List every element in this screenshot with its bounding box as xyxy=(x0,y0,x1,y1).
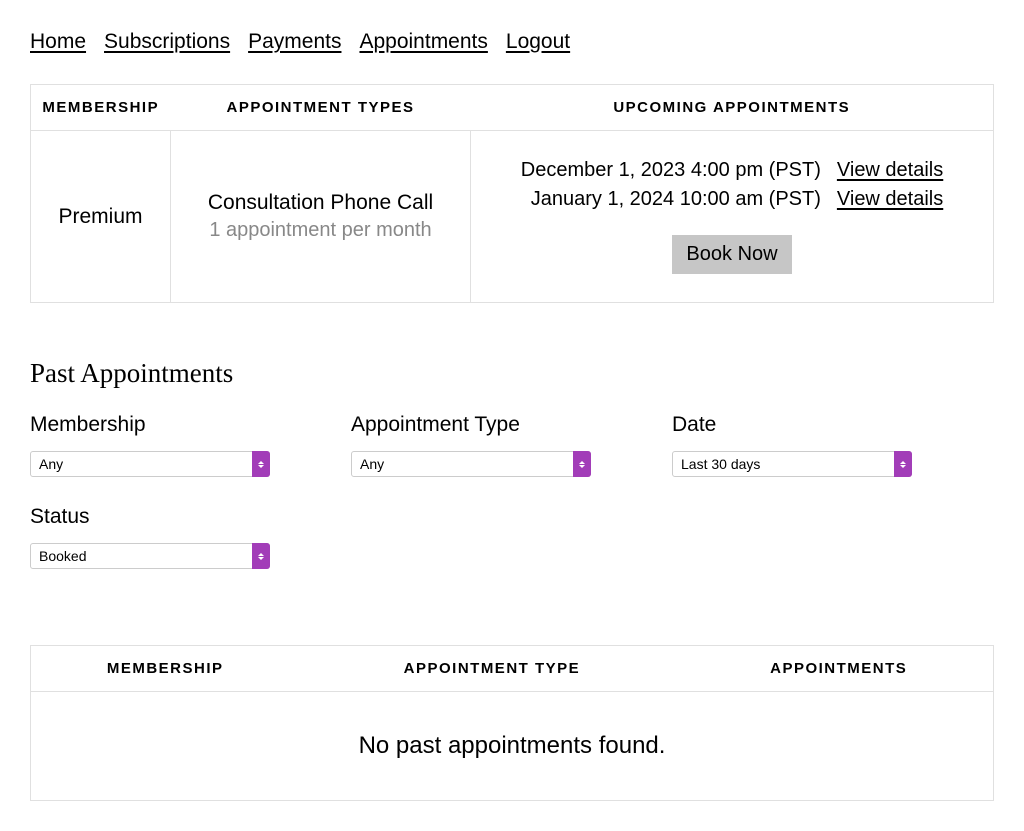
past-appointments-table: Membership Appointment Type Appointments… xyxy=(30,645,994,801)
nav-home[interactable]: Home xyxy=(30,30,86,54)
appointment-datetime: January 1, 2024 10:00 am (PST) xyxy=(521,188,821,211)
filter-appointment-type-label: Appointment Type xyxy=(351,413,672,437)
filter-membership-label: Membership xyxy=(30,413,351,437)
filter-appointment-type: Appointment Type Any xyxy=(351,413,672,477)
book-now-button[interactable]: Book Now xyxy=(672,235,791,274)
filter-appointment-type-select[interactable]: Any xyxy=(351,451,591,477)
top-nav: Home Subscriptions Payments Appointments… xyxy=(30,30,994,54)
membership-value: Premium xyxy=(31,131,171,303)
upcoming-appointment-row: January 1, 2024 10:00 am (PST) View deta… xyxy=(521,188,944,211)
filter-membership: Membership Any xyxy=(30,413,351,477)
no-past-appointments-message: No past appointments found. xyxy=(31,692,994,801)
past-filters: Membership Any Appointment Type Any Date… xyxy=(30,413,994,597)
nav-appointments[interactable]: Appointments xyxy=(359,30,487,54)
th-upcoming: Upcoming Appointments xyxy=(471,85,994,131)
appointment-datetime: December 1, 2023 4:00 pm (PST) xyxy=(521,159,821,182)
nav-subscriptions[interactable]: Subscriptions xyxy=(104,30,230,54)
memberships-table: Membership Appointment Types Upcoming Ap… xyxy=(30,84,994,303)
filter-status-label: Status xyxy=(30,505,351,529)
appointment-type-subtitle: 1 appointment per month xyxy=(183,219,458,242)
upcoming-appointment-row: December 1, 2023 4:00 pm (PST) View deta… xyxy=(521,159,944,182)
past-th-membership: Membership xyxy=(31,646,300,692)
filter-date-select[interactable]: Last 30 days xyxy=(672,451,912,477)
past-th-appointments: Appointments xyxy=(684,646,993,692)
appointment-type-title: Consultation Phone Call xyxy=(183,191,458,215)
filter-date-label: Date xyxy=(672,413,993,437)
filter-membership-select[interactable]: Any xyxy=(30,451,270,477)
nav-payments[interactable]: Payments xyxy=(248,30,341,54)
past-th-appointment-type: Appointment Type xyxy=(299,646,684,692)
filter-date: Date Last 30 days xyxy=(672,413,993,477)
th-membership: Membership xyxy=(31,85,171,131)
past-empty-row: No past appointments found. xyxy=(31,692,994,801)
view-details-link[interactable]: View details xyxy=(837,188,943,211)
nav-logout[interactable]: Logout xyxy=(506,30,570,54)
appointment-type-cell: Consultation Phone Call 1 appointment pe… xyxy=(171,131,471,303)
past-appointments-heading: Past Appointments xyxy=(30,358,994,389)
filter-status: Status Booked xyxy=(30,505,351,569)
th-appointment-types: Appointment Types xyxy=(171,85,471,131)
upcoming-cell: December 1, 2023 4:00 pm (PST) View deta… xyxy=(471,131,994,303)
view-details-link[interactable]: View details xyxy=(837,159,943,182)
table-row: Premium Consultation Phone Call 1 appoin… xyxy=(31,131,994,303)
filter-status-select[interactable]: Booked xyxy=(30,543,270,569)
